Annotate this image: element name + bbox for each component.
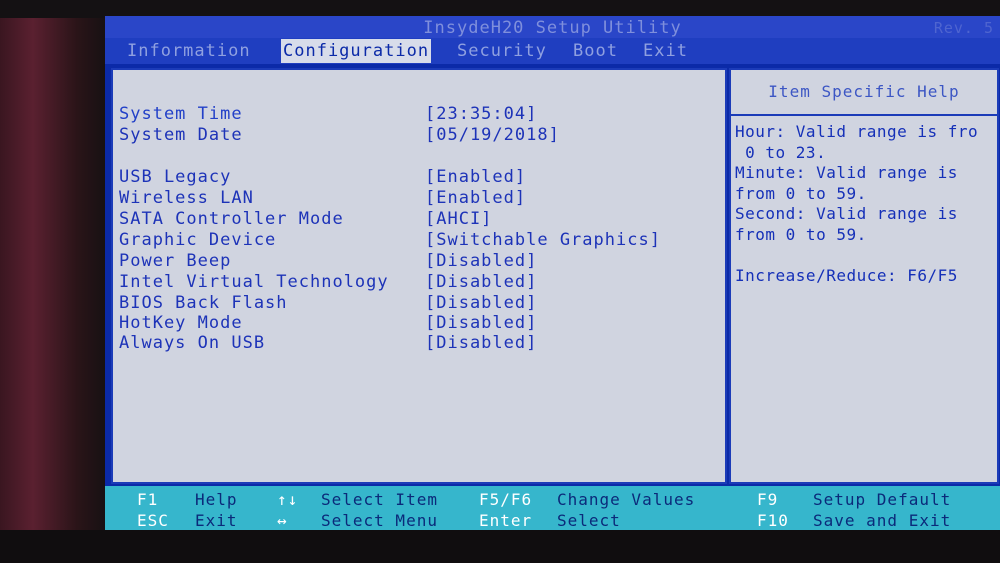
- key-esc-desc: Exit: [195, 511, 238, 530]
- settings-panel: System Time [23:35:04] System Date [05/1…: [111, 68, 727, 484]
- setting-value-bios-back-flash[interactable]: [Disabled]: [425, 293, 537, 313]
- setting-value-wireless-lan[interactable]: [Enabled]: [425, 188, 526, 208]
- setting-label-hotkey-mode[interactable]: HotKey Mode: [119, 313, 243, 333]
- tab-information[interactable]: Information: [127, 38, 251, 64]
- help-line: Second: Valid range is: [735, 204, 958, 223]
- help-line: Minute: Valid range is: [735, 163, 958, 182]
- setting-label-system-date[interactable]: System Date: [119, 125, 243, 145]
- tab-exit[interactable]: Exit: [643, 38, 688, 64]
- photo-background-left: [0, 0, 110, 563]
- setting-value-sata-controller-mode[interactable]: [AHCI]: [425, 209, 492, 229]
- help-text: Hour: Valid range is fro 0 to 23. Minute…: [735, 122, 997, 286]
- window-title: InsydeH20 Setup Utility: [423, 18, 682, 38]
- setting-label-bios-back-flash[interactable]: BIOS Back Flash: [119, 293, 288, 313]
- arrow-up-down-icon: ↑↓: [277, 490, 299, 509]
- setting-label-always-on-usb[interactable]: Always On USB: [119, 333, 265, 353]
- setting-value-system-time[interactable]: [23:35:04]: [425, 104, 537, 124]
- help-line: from 0 to 59.: [735, 224, 867, 244]
- menu-bar: Information Configuration Security Boot …: [105, 38, 1000, 64]
- help-line: from 0 to 59.: [735, 183, 867, 203]
- title-bar: InsydeH20 Setup Utility Rev. 5: [105, 16, 1000, 38]
- setting-label-power-beep[interactable]: Power Beep: [119, 251, 231, 271]
- setting-label-usb-legacy[interactable]: USB Legacy: [119, 167, 231, 187]
- key-f1-desc: Help: [195, 490, 238, 509]
- key-f9-desc: Setup Default: [813, 490, 952, 509]
- setting-label-system-time[interactable]: System Time: [119, 104, 243, 124]
- help-line: Hour: Valid range is fro: [735, 122, 979, 141]
- help-line: 0 to 23.: [735, 142, 827, 162]
- key-enter-desc: Select: [557, 511, 621, 530]
- setting-label-wireless-lan[interactable]: Wireless LAN: [119, 188, 254, 208]
- key-f5-f6: F5/F6: [479, 490, 533, 509]
- arrow-left-right-icon: ↔: [277, 511, 288, 530]
- help-line: [735, 245, 997, 266]
- help-title: Item Specific Help: [731, 70, 997, 116]
- key-f9: F9: [757, 490, 779, 509]
- key-f10-desc: Save and Exit: [813, 511, 952, 530]
- setting-value-intel-virtual-technology[interactable]: [Disabled]: [425, 272, 537, 292]
- key-leftright-desc: Select Menu: [321, 511, 438, 530]
- setting-value-hotkey-mode[interactable]: [Disabled]: [425, 313, 537, 333]
- tab-configuration[interactable]: Configuration: [281, 39, 432, 63]
- setting-label-sata-controller-mode[interactable]: SATA Controller Mode: [119, 209, 344, 229]
- setting-label-intel-virtual-technology[interactable]: Intel Virtual Technology: [119, 272, 389, 292]
- key-help-footer: F1 Help ESC Exit ↑↓ Select Item ↔ Select…: [105, 486, 1000, 534]
- tab-boot[interactable]: Boot: [573, 38, 618, 64]
- setting-value-system-date[interactable]: [05/19/2018]: [425, 125, 560, 145]
- revision-label: Rev. 5: [933, 19, 994, 37]
- key-esc: ESC: [137, 511, 169, 530]
- setting-value-graphic-device[interactable]: [Switchable Graphics]: [425, 230, 661, 250]
- setting-value-power-beep[interactable]: [Disabled]: [425, 251, 537, 271]
- key-enter: Enter: [479, 511, 533, 530]
- bios-screen: InsydeH20 Setup Utility Rev. 5 Informati…: [105, 16, 1000, 534]
- key-f10: F10: [757, 511, 789, 530]
- help-line: Increase/Reduce: F6/F5: [735, 265, 958, 285]
- key-f1: F1: [137, 490, 159, 509]
- setting-label-graphic-device[interactable]: Graphic Device: [119, 230, 276, 250]
- setting-value-usb-legacy[interactable]: [Enabled]: [425, 167, 526, 187]
- setting-value-always-on-usb[interactable]: [Disabled]: [425, 333, 537, 353]
- tab-security[interactable]: Security: [457, 38, 547, 64]
- key-updown-desc: Select Item: [321, 490, 438, 509]
- help-panel: Item Specific Help Hour: Valid range is …: [729, 68, 999, 484]
- key-f5-f6-desc: Change Values: [557, 490, 696, 509]
- monitor-bezel-bottom: [0, 530, 1000, 563]
